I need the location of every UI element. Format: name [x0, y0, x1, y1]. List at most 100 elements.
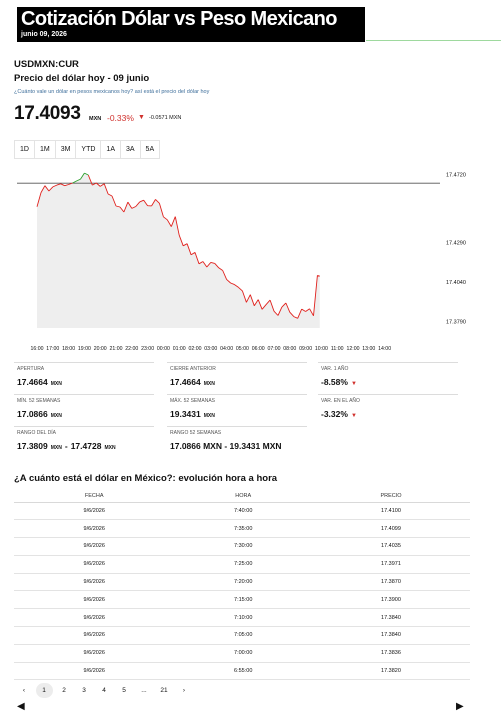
- page-button-1[interactable]: 1: [35, 683, 53, 698]
- x-tick-label: 13:00: [362, 346, 375, 352]
- x-tick-label: 19:00: [78, 346, 91, 352]
- range-tab-1d[interactable]: 1D: [15, 141, 35, 158]
- page-title: Cotización Dólar vs Peso Mexicano: [21, 8, 337, 30]
- stat-label: APERTURA: [17, 366, 45, 372]
- cell-hora: 7:05:00: [174, 626, 312, 645]
- x-tick-label: 12:00: [347, 346, 360, 352]
- stat-rango-dia: RANGO DEL DÍA 17.3809 MXN -17.4728 MXN: [14, 426, 154, 458]
- x-tick-label: 17:00: [46, 346, 59, 352]
- table-header-row: FECHA HORA PRECIO: [14, 490, 470, 503]
- stat-value: -8.58% ▼: [321, 377, 357, 387]
- cell-hora: 7:00:00: [174, 644, 312, 663]
- header-divider: [366, 40, 501, 41]
- cell-fecha: 9/6/2026: [14, 626, 175, 645]
- stat-rango-52: RANGO 52 SEMANAS 17.0866 MXN - 19.3431 M…: [167, 426, 307, 458]
- page-button-21[interactable]: 21: [154, 683, 174, 698]
- y-tick-label: 17.4290: [446, 240, 466, 246]
- stat-min-52: MÍN. 52 SEMANAS 17.0866 MXN: [14, 394, 154, 426]
- table-row: 9/6/2026 6:55:00 17.3820: [14, 662, 470, 681]
- stat-unit: MXN: [50, 445, 62, 451]
- intraday-price-chart[interactable]: 17.4720 17.4290 17.4040 17.3790 16:00 17:00 18…: [0, 160, 501, 360]
- cell-fecha: 9/6/2026: [14, 590, 175, 610]
- range-tab-1m[interactable]: 1M: [34, 141, 56, 158]
- cell-fecha: 9/6/2026: [14, 662, 175, 681]
- stat-number: -8.58%: [321, 377, 348, 387]
- cell-hora: 7:35:00: [174, 519, 312, 539]
- range-tab-ytd[interactable]: YTD: [76, 141, 102, 158]
- cell-precio: 17.4099: [311, 519, 470, 539]
- stat-value: 17.0866 MXN - 19.3431 MXN: [170, 441, 282, 451]
- x-tick-label: 06:00: [252, 346, 265, 352]
- cell-hora: 7:25:00: [174, 555, 312, 574]
- cell-fecha: 9/6/2026: [14, 608, 175, 628]
- table-row: 9/6/2026 7:30:00 17.4035: [14, 537, 470, 556]
- table-row: 9/6/2026 7:40:00 17.4100: [14, 502, 470, 521]
- cell-precio: 17.3820: [311, 662, 470, 681]
- range-tab-3m[interactable]: 3M: [55, 141, 77, 158]
- x-tick-label: 09:00: [299, 346, 312, 352]
- x-tick-label: 02:00: [189, 346, 202, 352]
- cell-fecha: 9/6/2026: [14, 519, 175, 539]
- y-tick-label: 17.4040: [446, 280, 466, 286]
- stat-label: MÍN. 52 SEMANAS: [17, 398, 61, 404]
- stat-number: 17.0866: [17, 409, 48, 419]
- history-title: ¿A cuánto está el dólar en México?: evol…: [14, 473, 278, 484]
- cell-precio: 17.3870: [311, 573, 470, 592]
- current-price: 17.4093: [14, 103, 81, 124]
- table-row: 9/6/2026 7:10:00 17.3840: [14, 608, 470, 628]
- x-tick-label: 05:00: [236, 346, 249, 352]
- cell-hora: 6:55:00: [174, 662, 312, 681]
- stat-cierre-anterior: CIERRE ANTERIOR 17.4664 MXN: [167, 362, 307, 394]
- page-button-2[interactable]: 2: [54, 683, 74, 698]
- page-button-4[interactable]: 4: [94, 683, 114, 698]
- cell-hora: 7:40:00: [174, 502, 312, 521]
- cell-precio: 17.3840: [311, 626, 470, 645]
- page-button-3[interactable]: 3: [74, 683, 94, 698]
- cell-precio: 17.4035: [311, 537, 470, 556]
- column-header-precio: PRECIO: [311, 490, 470, 503]
- x-tick-label: 14:00: [378, 346, 391, 352]
- x-tick-label: 08:00: [283, 346, 296, 352]
- cell-precio: 17.3900: [311, 590, 470, 610]
- cell-precio: 17.3836: [311, 644, 470, 663]
- down-arrow-icon: ▼: [350, 413, 357, 419]
- stat-label: VAR. EN EL AÑO: [321, 398, 360, 404]
- x-tick-label: 21:00: [110, 346, 123, 352]
- stat-number: 17.4664: [17, 377, 48, 387]
- pagination-ellipsis: ...: [141, 687, 147, 694]
- x-tick-label: 23:00: [141, 346, 154, 352]
- table-row: 9/6/2026 7:15:00 17.3900: [14, 590, 470, 610]
- stat-number: 19.3431: [170, 409, 201, 419]
- table-row: 9/6/2026 7:05:00 17.3840: [14, 626, 470, 645]
- stat-label: VAR. 1 AÑO: [321, 366, 349, 372]
- scroll-left-icon[interactable]: ◀: [17, 701, 25, 712]
- y-tick-label: 17.4720: [446, 172, 466, 178]
- stat-apertura: APERTURA 17.4664 MXN: [14, 362, 154, 394]
- cell-fecha: 9/6/2026: [14, 502, 175, 521]
- range-tab-3a[interactable]: 3A: [120, 141, 141, 158]
- x-tick-label: 10:00: [315, 346, 328, 352]
- quote-question: ¿Cuánto vale un dólar en pesos mexicanos…: [14, 89, 210, 95]
- cell-hora: 7:10:00: [174, 608, 312, 628]
- cell-hora: 7:30:00: [174, 537, 312, 556]
- range-tab-1a[interactable]: 1A: [101, 141, 121, 158]
- column-header-fecha: FECHA: [14, 490, 175, 503]
- cell-precio: 17.3840: [311, 608, 470, 628]
- x-tick-label: 22:00: [125, 346, 138, 352]
- cell-precio: 17.4100: [311, 502, 470, 521]
- range-tab-5a[interactable]: 5A: [140, 141, 160, 158]
- page-banner: Cotización Dólar vs Peso Mexicano junio …: [17, 7, 365, 42]
- cell-hora: 7:15:00: [174, 590, 312, 610]
- stat-var-ano: VAR. EN EL AÑO -3.32% ▼: [318, 394, 458, 426]
- down-arrow-icon: ▼: [138, 114, 145, 121]
- page-button-5[interactable]: 5: [114, 683, 134, 698]
- table-row: 9/6/2026 7:00:00 17.3836: [14, 644, 470, 663]
- x-tick-label: 18:00: [62, 346, 75, 352]
- scroll-right-icon[interactable]: ▶: [456, 701, 464, 712]
- x-tick-label: 20:00: [94, 346, 107, 352]
- pagination-prev-button[interactable]: ‹: [14, 683, 34, 698]
- pagination-next-button[interactable]: ›: [174, 683, 194, 698]
- change-percent: -0.33%: [107, 113, 134, 123]
- cell-hora: 7:20:00: [174, 573, 312, 592]
- stat-value: 19.3431 MXN: [170, 409, 215, 419]
